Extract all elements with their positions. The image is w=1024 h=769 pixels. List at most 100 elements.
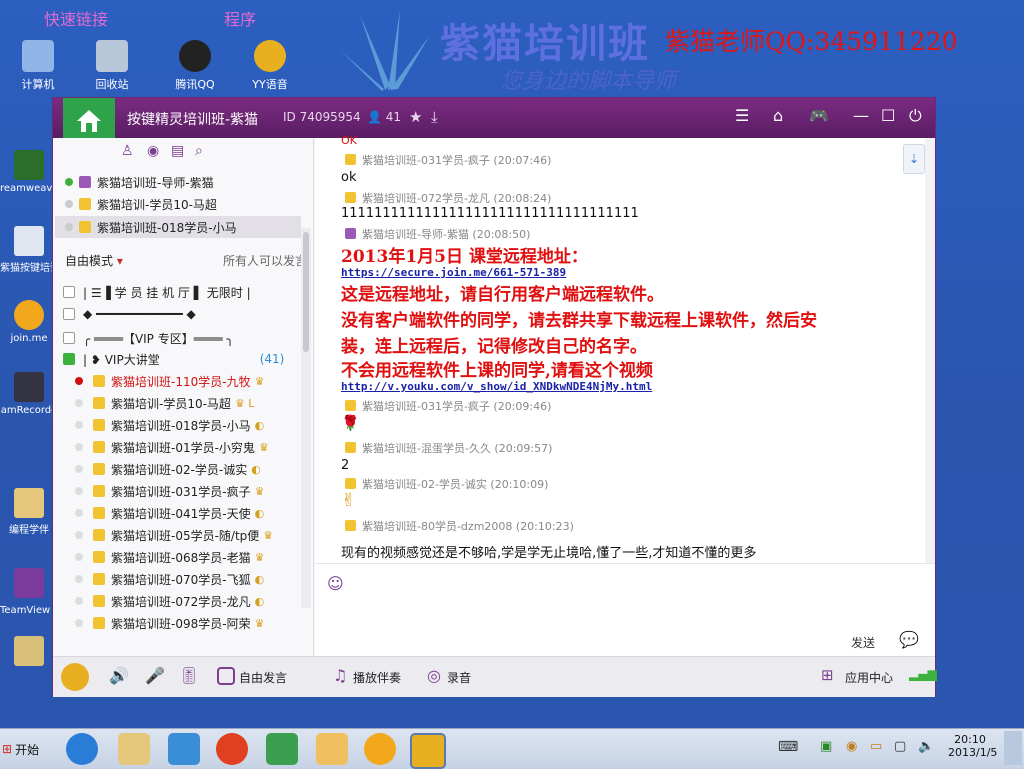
programming-folder-desktop-icon[interactable]: 编程学伴 bbox=[0, 488, 58, 536]
location-tab-icon[interactable]: ◉ bbox=[147, 143, 159, 159]
computer-desktop-icon[interactable]: 计算机 bbox=[8, 40, 68, 92]
speech-mode-dropdown[interactable]: 自由模式 ▾ bbox=[65, 252, 123, 269]
member-role-icon bbox=[345, 520, 356, 531]
app-grid-icon: ⊞ bbox=[821, 666, 834, 684]
clock[interactable]: 20:10 2013/1/5 bbox=[948, 733, 997, 759]
camrecorder-desktop-icon[interactable]: amRecorde bbox=[0, 372, 58, 416]
battery-icon[interactable]: ▭ bbox=[870, 739, 882, 754]
member-row[interactable]: 紫猫培训班-041学员-天使 ◐ bbox=[75, 503, 264, 523]
message-body: 2 bbox=[341, 458, 350, 473]
channel-idle-hall[interactable]: | ☰▐ 学 员 挂 机 厅 ▌ 无限时 | bbox=[63, 282, 251, 302]
share-house-icon[interactable]: ⌂ bbox=[773, 106, 783, 125]
monitor-icon[interactable]: ▢ bbox=[894, 739, 906, 754]
chat-scrollbar[interactable] bbox=[925, 138, 935, 563]
scroll-down-icon[interactable]: ⇣ bbox=[903, 144, 925, 174]
member-role-icon bbox=[79, 198, 91, 210]
channel-box-icon bbox=[63, 286, 75, 298]
joinme-icon bbox=[14, 300, 44, 330]
brand-sub-text: 您身边的脚本导师 bbox=[500, 69, 677, 94]
list-icon[interactable]: ☰ bbox=[735, 106, 749, 125]
avatar[interactable] bbox=[61, 663, 89, 691]
speaker-icon[interactable]: 🔊 bbox=[109, 666, 129, 685]
document-icon bbox=[14, 226, 44, 256]
member-row[interactable]: 紫猫培训-学员10-马超 ♛ L bbox=[75, 393, 254, 413]
channel-vip-lecture[interactable]: | ❥ VIP大讲堂 (41) bbox=[63, 349, 284, 369]
yy-taskbar-icon[interactable] bbox=[410, 733, 446, 769]
joinme-taskbar-icon[interactable] bbox=[364, 733, 396, 765]
message-body: 没有客户端软件的同学，请去群共享下载远程上课软件，然后安 bbox=[341, 311, 817, 331]
member-row[interactable]: 紫猫培训班-110学员-九牧 ♛ bbox=[75, 371, 264, 391]
minimize-icon[interactable]: — bbox=[853, 106, 869, 125]
keyboard-icon[interactable]: ⌨ bbox=[778, 739, 798, 755]
notice-tab-icon[interactable]: ▤ bbox=[171, 143, 184, 159]
member-row[interactable]: 紫猫培训班-018学员-小马 ◐ bbox=[75, 415, 264, 435]
gamepad-icon[interactable]: 🎮 bbox=[809, 106, 829, 125]
admin-item-selected[interactable]: 紫猫培训班-018学员-小马 bbox=[65, 217, 237, 237]
send-button[interactable]: 发送 bbox=[851, 634, 875, 651]
member-row[interactable]: 紫猫培训班-068学员-老猫 ♛ bbox=[75, 547, 264, 567]
window-titlebar[interactable]: 按键精灵培训班-紫猫 ID 74095954 👤 41 ★ ⤓ ☰ ⌂ 🎮 — … bbox=[53, 98, 935, 158]
search-icon[interactable]: ⌕ bbox=[195, 143, 203, 159]
computer-icon bbox=[22, 40, 54, 72]
network-status-icon[interactable]: ▣ bbox=[820, 739, 832, 754]
download-icon[interactable]: ⤓ bbox=[431, 108, 438, 126]
message-body: 111111111111111111111111111111111111 bbox=[341, 206, 639, 221]
notes-icon[interactable] bbox=[316, 733, 348, 765]
member-row[interactable]: 紫猫培训班-070学员-飞狐 ◐ bbox=[75, 569, 264, 589]
message-link[interactable]: http://v.youku.com/v_show/id_XNDkwNDE4Nj… bbox=[341, 380, 652, 393]
member-scroll-thumb[interactable] bbox=[303, 232, 309, 352]
microphone-icon[interactable]: 🎤 bbox=[145, 666, 165, 685]
app-center-button[interactable]: 应用中心 bbox=[845, 669, 893, 686]
group-id: ID 74095954 bbox=[283, 110, 361, 124]
message-sender: 紫猫培训班-02-学员-诚实 (20:10:09) bbox=[345, 476, 548, 492]
message-sender: 紫猫培训班-混蛋学员-久久 (20:09:57) bbox=[345, 440, 552, 456]
members-tab-icon[interactable]: ♙ bbox=[121, 143, 134, 159]
member-row[interactable]: 紫猫培训班-05学员-随/tp便 ♛ bbox=[75, 525, 273, 545]
show-desktop-button[interactable] bbox=[1004, 731, 1022, 765]
member-row[interactable]: 紫猫培训班-098学员-阿荣 ♛ bbox=[75, 613, 264, 633]
member-role-icon bbox=[93, 419, 105, 431]
admin-item[interactable]: 紫猫培训班-导师-紫猫 bbox=[65, 172, 214, 192]
member-role-icon bbox=[345, 400, 356, 411]
member-row[interactable]: 紫猫培训班-01学员-小穷鬼 ♛ bbox=[75, 437, 269, 457]
channel-vip-zone[interactable]: ╭ ════【VIP 专区】════ ╮ bbox=[63, 328, 234, 348]
ie-icon[interactable] bbox=[66, 733, 98, 765]
chat-bubble-icon[interactable]: 💬 bbox=[899, 630, 919, 649]
joinme-desktop-icon[interactable]: join.me bbox=[0, 300, 58, 344]
qq-group-window: 按键精灵培训班-紫猫 ID 74095954 👤 41 ★ ⤓ ☰ ⌂ 🎮 — … bbox=[53, 98, 937, 697]
message-body: 装，连上远程后，记得修改自己的名字。 bbox=[341, 337, 647, 357]
admin-item[interactable]: 紫猫培训-学员10-马超 bbox=[65, 194, 217, 214]
message-link[interactable]: https://secure.join.me/661-571-389 bbox=[341, 266, 566, 279]
message-sender: 紫猫培训班-031学员-疯子 (20:07:46) bbox=[345, 152, 551, 168]
qq-desktop-icon[interactable]: 腾讯QQ bbox=[165, 40, 225, 92]
mixer-icon[interactable]: 🎚 bbox=[179, 666, 199, 685]
free-speech-button[interactable]: 自由发言 bbox=[239, 669, 287, 686]
record-button[interactable]: 录音 bbox=[447, 669, 471, 686]
close-power-icon[interactable]: ⏻ bbox=[909, 106, 922, 126]
teamviewer-desktop-icon[interactable]: TeamView 破解版( bbox=[0, 568, 58, 616]
folder-desktop-icon[interactable] bbox=[0, 636, 58, 669]
yy-tray-icon[interactable]: ◉ bbox=[846, 739, 857, 754]
bird-app-icon[interactable] bbox=[168, 733, 200, 765]
member-row[interactable]: 紫猫培训班-072学员-龙凡 ◐ bbox=[75, 591, 264, 611]
start-button[interactable]: ⊞ 开始 bbox=[2, 737, 48, 761]
yy-desktop-icon[interactable]: YY语音 bbox=[240, 40, 300, 92]
quick-links-heading: 快速链接 bbox=[44, 10, 109, 29]
home-icon bbox=[77, 110, 101, 132]
dreamweaver-desktop-icon[interactable]: reamweave bbox=[0, 150, 58, 194]
message-body: 2013年1月5日 课堂远程地址： bbox=[341, 247, 588, 267]
font-style-icon[interactable]: ☺ bbox=[327, 574, 344, 593]
channel-divider[interactable]: ◆ ━━━━━━━━━━━━ ◆ bbox=[63, 304, 196, 324]
star-icon[interactable]: ★ bbox=[409, 108, 422, 126]
message-input[interactable]: ☺ 💬 发送 bbox=[315, 563, 935, 657]
recycle-bin-desktop-icon[interactable]: 回收站 bbox=[82, 40, 142, 92]
play-music-button[interactable]: 播放伴奏 bbox=[353, 669, 401, 686]
chrome-icon[interactable] bbox=[216, 733, 248, 765]
member-row[interactable]: 紫猫培训班-031学员-疯子 ♛ bbox=[75, 481, 264, 501]
maximize-icon[interactable]: ☐ bbox=[881, 106, 895, 125]
course-intro-desktop-icon[interactable]: 紫猫按键培训班介... bbox=[0, 226, 58, 274]
map-app-icon[interactable] bbox=[266, 733, 298, 765]
member-row[interactable]: 紫猫培训班-02-学员-诚实 ◐ bbox=[75, 459, 261, 479]
explorer-icon[interactable] bbox=[118, 733, 150, 765]
volume-icon[interactable]: 🔈 bbox=[918, 739, 934, 754]
